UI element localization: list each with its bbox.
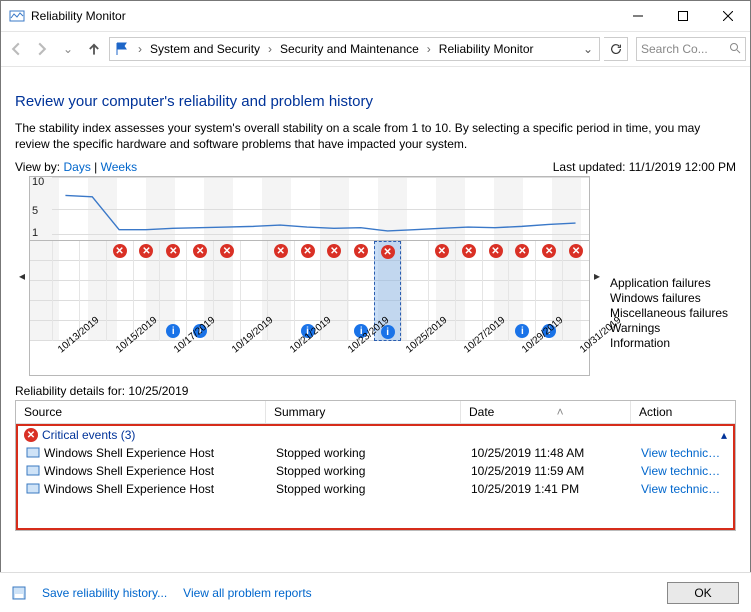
- up-button[interactable]: [83, 38, 105, 60]
- footer: Save reliability history... View all pro…: [0, 572, 751, 612]
- maximize-button[interactable]: [660, 1, 705, 31]
- viewby-label: View by:: [15, 160, 60, 174]
- page-description: The stability index assesses your system…: [15, 120, 736, 152]
- save-history-link[interactable]: Save reliability history...: [42, 586, 167, 600]
- app-icon: [26, 446, 40, 460]
- error-icon: ✕: [113, 244, 127, 258]
- col-action[interactable]: Action: [631, 401, 735, 423]
- page-title: Review your computer's reliability and p…: [15, 93, 736, 110]
- legend-app-failures: Application failures: [610, 276, 736, 291]
- error-icon: ✕: [435, 244, 449, 258]
- ok-button[interactable]: OK: [667, 582, 739, 604]
- save-icon: [12, 586, 26, 600]
- breadcrumb-item[interactable]: System and Security: [148, 42, 262, 56]
- table-row[interactable]: Windows Shell Experience HostStopped wor…: [18, 444, 733, 462]
- error-icon: ✕: [24, 428, 38, 442]
- details-table: Source Summary Date˄ Action ✕ Critical e…: [15, 400, 736, 531]
- activity-monitor-icon: [9, 8, 25, 24]
- legend-windows-failures: Windows failures: [610, 291, 736, 306]
- error-icon: ✕: [327, 244, 341, 258]
- col-summary[interactable]: Summary: [266, 401, 461, 423]
- navbar: ⌄ › System and Security › Security and M…: [1, 31, 750, 67]
- stability-line: [52, 177, 589, 236]
- event-grid[interactable]: ✕✕✕i✕i✕✕✕i✕✕i✕i✕✕✕✕i✕i✕: [30, 241, 589, 341]
- app-icon: [26, 482, 40, 496]
- chart-legend: Application failures Windows failures Mi…: [604, 176, 736, 376]
- search-icon: [729, 42, 741, 57]
- refresh-button[interactable]: [604, 37, 628, 61]
- view-details-link[interactable]: View technical d...: [633, 445, 733, 461]
- col-date[interactable]: Date˄: [461, 401, 631, 423]
- ytick-5: 5: [32, 205, 38, 217]
- group-critical-events[interactable]: ✕ Critical events (3) ▴: [18, 426, 733, 444]
- sort-asc-icon: ˄: [557, 405, 564, 419]
- chevron-right-icon: ›: [421, 42, 437, 56]
- date-axis: 10/13/201910/15/201910/17/201910/19/2019…: [30, 341, 589, 377]
- error-icon: ✕: [220, 244, 234, 258]
- info-icon: i: [515, 324, 529, 338]
- recent-button[interactable]: ⌄: [57, 38, 79, 60]
- error-icon: ✕: [301, 244, 315, 258]
- stability-line-chart[interactable]: 10 5 1: [30, 177, 589, 241]
- collapse-icon[interactable]: ▴: [721, 428, 727, 442]
- error-icon: ✕: [381, 245, 395, 259]
- address-bar[interactable]: › System and Security › Security and Mai…: [109, 37, 600, 61]
- legend-information: Information: [610, 336, 736, 351]
- table-header: Source Summary Date˄ Action: [16, 401, 735, 424]
- details-header: Reliability details for: 10/25/2019: [15, 384, 736, 398]
- flag-icon: [112, 39, 132, 59]
- minimize-button[interactable]: [615, 1, 660, 31]
- day-column[interactable]: ✕: [562, 241, 589, 341]
- error-icon: ✕: [462, 244, 476, 258]
- legend-misc-failures: Miscellaneous failures: [610, 306, 736, 321]
- day-column[interactable]: [52, 241, 79, 341]
- error-icon: ✕: [569, 244, 583, 258]
- error-icon: ✕: [139, 244, 153, 258]
- chevron-right-icon: ›: [132, 42, 148, 56]
- chevron-down-icon[interactable]: ⌄: [579, 42, 597, 56]
- view-weeks-link[interactable]: Weeks: [101, 160, 137, 174]
- app-icon: [26, 464, 40, 478]
- col-source[interactable]: Source: [16, 401, 266, 423]
- reliability-chart: ◂ 10 5 1 ✕✕✕i✕i✕✕✕i✕✕i✕i✕✕✕✕i✕i✕ 10/13/2…: [15, 176, 736, 376]
- error-icon: ✕: [542, 244, 556, 258]
- error-icon: ✕: [166, 244, 180, 258]
- view-all-reports-link[interactable]: View all problem reports: [183, 586, 312, 600]
- day-column[interactable]: ✕i: [508, 241, 535, 341]
- scroll-left-button[interactable]: ◂: [15, 176, 29, 376]
- info-icon: i: [166, 324, 180, 338]
- search-input[interactable]: Search Co...: [636, 37, 746, 61]
- ytick-10: 10: [32, 176, 44, 188]
- forward-button[interactable]: [31, 38, 53, 60]
- table-row[interactable]: Windows Shell Experience HostStopped wor…: [18, 480, 733, 498]
- day-column[interactable]: ✕: [213, 241, 240, 341]
- table-row[interactable]: Windows Shell Experience HostStopped wor…: [18, 462, 733, 480]
- ytick-1: 1: [32, 227, 38, 239]
- back-button[interactable]: [5, 38, 27, 60]
- day-column[interactable]: ✕: [106, 241, 133, 341]
- view-details-link[interactable]: View technical d...: [633, 481, 733, 497]
- view-days-link[interactable]: Days: [63, 160, 90, 174]
- error-icon: ✕: [489, 244, 503, 258]
- search-placeholder: Search Co...: [641, 42, 708, 56]
- window-title: Reliability Monitor: [31, 9, 615, 23]
- close-button[interactable]: [705, 1, 750, 31]
- day-column[interactable]: ✕i: [159, 241, 186, 341]
- breadcrumb-item[interactable]: Security and Maintenance: [278, 42, 421, 56]
- day-column[interactable]: ✕: [455, 241, 482, 341]
- error-icon: ✕: [515, 244, 529, 258]
- breadcrumb-item[interactable]: Reliability Monitor: [437, 42, 536, 56]
- view-details-link[interactable]: View technical d...: [633, 463, 733, 479]
- titlebar: Reliability Monitor: [1, 1, 750, 31]
- error-icon: ✕: [274, 244, 288, 258]
- error-icon: ✕: [354, 244, 368, 258]
- day-column[interactable]: [401, 241, 428, 341]
- error-icon: ✕: [193, 244, 207, 258]
- chevron-right-icon: ›: [262, 42, 278, 56]
- legend-warnings: Warnings: [610, 321, 736, 336]
- last-updated-label: Last updated: 11/1/2019 12:00 PM: [553, 160, 736, 174]
- content: Review your computer's reliability and p…: [1, 67, 750, 531]
